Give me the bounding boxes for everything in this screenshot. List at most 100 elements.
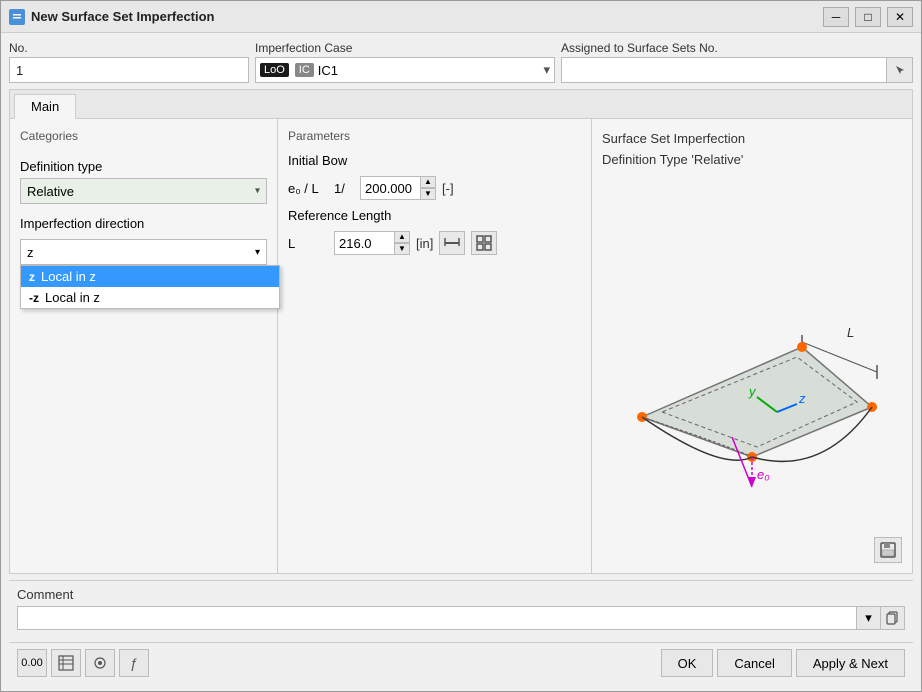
imperfection-direction-label: Imperfection direction [20,216,267,231]
copy-icon [886,611,900,625]
view-tool-button[interactable] [85,649,115,677]
imperfection-case-label: Imperfection Case [255,41,555,55]
bow-increment-button[interactable]: ▲ [420,176,436,188]
l-label: L [288,236,328,251]
length-unit-label: [in] [416,236,433,251]
reference-length-label: Reference Length [288,208,581,223]
apply-next-button[interactable]: Apply & Next [796,649,905,677]
comment-input[interactable] [17,606,857,630]
footer-actions: OK Cancel Apply & Next [661,649,905,677]
comment-dropdown-button[interactable]: ▾ [857,606,881,630]
cancel-button[interactable]: Cancel [717,649,791,677]
direction-label-local-z: Local in z [41,269,96,284]
maximize-button[interactable]: □ [855,7,881,27]
bow-spin-buttons: ▲ ▼ [420,176,436,200]
footer: 0.00 ƒ [9,642,913,683]
length-row: L 216.0 ▲ ▼ [in] [288,231,581,255]
direction-current-value: z [27,245,34,260]
eye-icon [92,655,108,671]
direction-option-neg-z[interactable]: -z Local in z [21,287,279,308]
ic-badge: IC [295,63,314,77]
categories-section: Categories [20,129,267,147]
direction-section: Imperfection direction z ▾ z Local in z [20,216,267,265]
loo-badge: LoO [260,63,289,77]
top-row: No. 1 Imperfection Case LoO IC IC1 ▾ Ass… [9,41,913,83]
no-group: No. 1 [9,41,249,83]
length-increment-button[interactable]: ▲ [394,231,410,243]
diagram-area: L [602,181,902,533]
title-bar: New Surface Set Imperfection ─ □ ✕ [1,1,921,33]
direction-option-z[interactable]: z Local in z [21,266,279,287]
assigned-input[interactable] [561,57,887,83]
multiplier-label: 1/ [334,181,354,196]
right-panel: Surface Set Imperfection Definition Type… [592,119,912,573]
imperfection-case-group: Imperfection Case LoO IC IC1 ▾ [255,41,555,83]
assigned-clear-button[interactable] [887,57,913,83]
ok-button[interactable]: OK [661,649,714,677]
direction-select[interactable]: z ▾ [20,239,267,265]
tab-bar: Main [10,90,912,119]
assigned-group: Assigned to Surface Sets No. [561,41,913,83]
formula-icon: ƒ [130,655,138,671]
svg-text:L: L [847,325,854,340]
ref-length-icon1-button[interactable] [439,231,465,255]
bow-decrement-button[interactable]: ▼ [420,188,436,200]
close-button[interactable]: ✕ [887,7,913,27]
categories-label: Categories [20,129,267,143]
dimension-icon [444,235,460,251]
window-title: New Surface Set Imperfection [31,9,817,24]
main-window: New Surface Set Imperfection ─ □ ✕ No. 1… [0,0,922,692]
direction-select-container: z ▾ z Local in z -z [20,239,267,265]
save-icon [879,541,897,559]
length-spin-buttons: ▲ ▼ [394,231,410,255]
definition-type-section: Definition type Relative ▾ [20,159,267,204]
main-section: Main Categories Definition type Rela [9,89,913,574]
middle-panel: Parameters Initial Bow e₀ / L 1/ 200.000… [278,119,592,573]
definition-type-wrapper: Relative ▾ [20,178,267,204]
bow-value-field[interactable]: 200.000 [360,176,420,200]
svg-text:e₀: e₀ [757,467,770,482]
comment-copy-button[interactable] [881,606,905,630]
assigned-label: Assigned to Surface Sets No. [561,41,913,55]
left-panel: Categories Definition type Relative ▾ [10,119,278,573]
ref-length-icon2-button[interactable] [471,231,497,255]
no-input[interactable]: 1 [9,57,249,83]
comment-row: ▾ [17,606,905,630]
cursor-icon [894,64,906,76]
main-content: Categories Definition type Relative ▾ [10,119,912,573]
length-decrement-button[interactable]: ▼ [394,243,410,255]
minimize-button[interactable]: ─ [823,7,849,27]
grid-tool-button[interactable] [51,649,81,677]
chevron-down-icon: ▾ [543,62,550,78]
surface-info-line2: Definition Type 'Relative' [602,150,902,171]
bow-value-input[interactable]: 200.000 ▲ ▼ [360,176,436,200]
definition-type-label: Definition type [20,159,267,174]
decimal-icon: 0.00 [21,657,42,669]
ic1-text: IC1 [318,63,540,78]
bottom-bar: Comment ▾ [9,580,913,636]
bow-unit-label: [-] [442,181,454,196]
initial-bow-label: Initial Bow [288,153,581,168]
tab-main[interactable]: Main [14,94,76,119]
grid-icon [476,235,492,251]
decimal-tool-button[interactable]: 0.00 [17,649,47,677]
comment-label: Comment [17,587,73,602]
definition-type-select[interactable]: Relative ▾ [20,178,267,204]
surface-info: Surface Set Imperfection Definition Type… [602,129,902,171]
direction-letter-neg-z: -z [29,291,39,305]
no-label: No. [9,41,249,55]
save-diagram-button[interactable] [874,537,902,563]
table-icon [58,655,74,671]
formula-tool-button[interactable]: ƒ [119,649,149,677]
length-value-field[interactable]: 216.0 [334,231,394,255]
eo-label: e₀ / L [288,181,328,196]
parameters-label: Parameters [288,129,581,143]
imperfection-case-select[interactable]: LoO IC IC1 ▾ [255,57,555,83]
direction-letter-z: z [29,270,35,284]
svg-text:z: z [798,391,806,406]
bow-row: e₀ / L 1/ 200.000 ▲ ▼ [-] [288,176,581,200]
length-value-input[interactable]: 216.0 ▲ ▼ [334,231,410,255]
relative-value: Relative [27,184,74,199]
direction-dropdown: z Local in z -z Local in z [20,265,280,309]
imperfection-diagram: L [602,217,902,497]
